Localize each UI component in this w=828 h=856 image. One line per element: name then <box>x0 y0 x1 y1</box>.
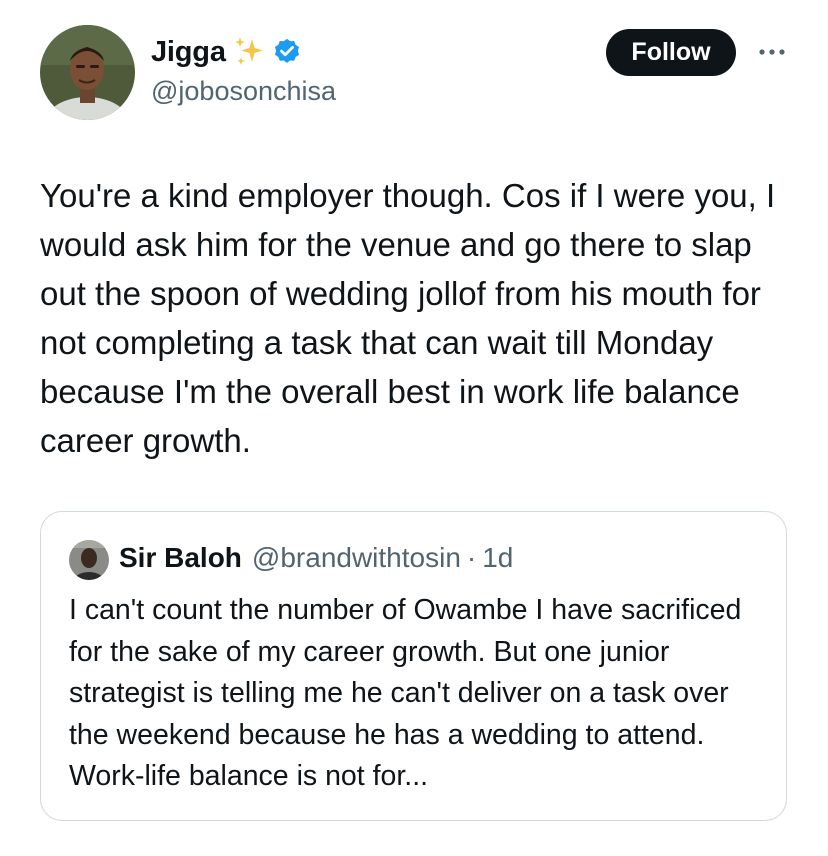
quoted-author-name: Sir Baloh <box>119 542 242 573</box>
author-display-name[interactable]: Jigga <box>151 36 226 69</box>
quoted-tweet-header: Sir Baloh @brandwithtosin · 1d <box>119 542 513 574</box>
sparkles-icon <box>234 37 263 65</box>
quoted-tweet-card[interactable]: Sir Baloh @brandwithtosin · 1d I can't c… <box>40 511 787 821</box>
quoted-author-handle: @brandwithtosin <box>251 542 461 573</box>
author-name-row: Jigga <box>151 32 302 72</box>
follow-button[interactable]: Follow <box>606 29 736 76</box>
more-horizontal-icon[interactable] <box>754 40 790 64</box>
quoted-tweet-text: I can't count the number of Owambe I hav… <box>69 594 742 792</box>
author-avatar[interactable] <box>40 25 135 120</box>
tweet-text: You're a kind employer though. Cos if I … <box>40 177 776 459</box>
quoted-author-avatar <box>69 540 109 580</box>
verified-badge-icon[interactable] <box>272 37 302 67</box>
separator-dot: · <box>466 542 477 573</box>
quoted-tweet-timestamp: 1d <box>482 542 514 573</box>
author-handle[interactable]: @jobosonchisa <box>151 76 336 107</box>
